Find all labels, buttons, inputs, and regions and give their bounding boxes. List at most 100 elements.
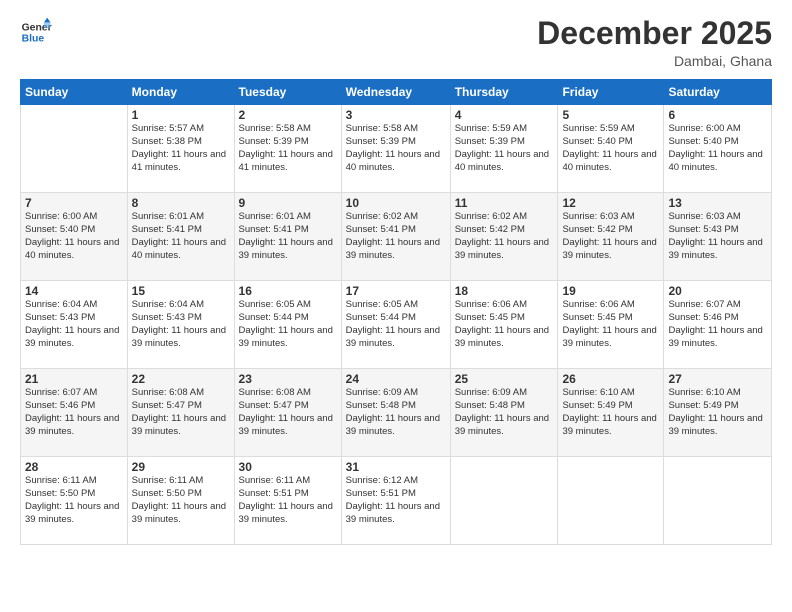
day-info: Sunrise: 6:04 AM Sunset: 5:43 PM Dayligh… [25, 299, 123, 350]
day-info: Sunrise: 5:58 AM Sunset: 5:39 PM Dayligh… [239, 123, 337, 174]
calendar-cell [558, 457, 664, 545]
calendar-cell [450, 457, 558, 545]
calendar-cell: 20Sunrise: 6:07 AM Sunset: 5:46 PM Dayli… [664, 281, 772, 369]
day-number: 1 [132, 108, 230, 122]
calendar-cell: 24Sunrise: 6:09 AM Sunset: 5:48 PM Dayli… [341, 369, 450, 457]
day-info: Sunrise: 6:02 AM Sunset: 5:41 PM Dayligh… [346, 211, 446, 262]
calendar-cell: 8Sunrise: 6:01 AM Sunset: 5:41 PM Daylig… [127, 193, 234, 281]
calendar-table: SundayMondayTuesdayWednesdayThursdayFrid… [20, 79, 772, 545]
day-number: 13 [668, 196, 767, 210]
day-info: Sunrise: 6:08 AM Sunset: 5:47 PM Dayligh… [132, 387, 230, 438]
svg-text:Blue: Blue [22, 34, 45, 45]
day-info: Sunrise: 6:06 AM Sunset: 5:45 PM Dayligh… [562, 299, 659, 350]
day-info: Sunrise: 6:03 AM Sunset: 5:43 PM Dayligh… [668, 211, 767, 262]
calendar-cell: 21Sunrise: 6:07 AM Sunset: 5:46 PM Dayli… [21, 369, 128, 457]
day-number: 7 [25, 196, 123, 210]
calendar-cell: 23Sunrise: 6:08 AM Sunset: 5:47 PM Dayli… [234, 369, 341, 457]
day-info: Sunrise: 6:05 AM Sunset: 5:44 PM Dayligh… [239, 299, 337, 350]
day-info: Sunrise: 6:12 AM Sunset: 5:51 PM Dayligh… [346, 475, 446, 526]
day-number: 21 [25, 372, 123, 386]
day-number: 28 [25, 460, 123, 474]
logo-icon: General Blue [20, 16, 52, 48]
day-number: 6 [668, 108, 767, 122]
day-number: 12 [562, 196, 659, 210]
day-number: 11 [455, 196, 554, 210]
calendar-cell: 13Sunrise: 6:03 AM Sunset: 5:43 PM Dayli… [664, 193, 772, 281]
calendar-cell: 17Sunrise: 6:05 AM Sunset: 5:44 PM Dayli… [341, 281, 450, 369]
calendar-week-row: 7Sunrise: 6:00 AM Sunset: 5:40 PM Daylig… [21, 193, 772, 281]
day-number: 31 [346, 460, 446, 474]
logo: General Blue [20, 16, 52, 48]
day-info: Sunrise: 5:59 AM Sunset: 5:39 PM Dayligh… [455, 123, 554, 174]
day-number: 25 [455, 372, 554, 386]
calendar-cell: 12Sunrise: 6:03 AM Sunset: 5:42 PM Dayli… [558, 193, 664, 281]
day-header-saturday: Saturday [664, 80, 772, 105]
calendar-cell: 11Sunrise: 6:02 AM Sunset: 5:42 PM Dayli… [450, 193, 558, 281]
day-header-sunday: Sunday [21, 80, 128, 105]
calendar-week-row: 1Sunrise: 5:57 AM Sunset: 5:38 PM Daylig… [21, 105, 772, 193]
day-number: 29 [132, 460, 230, 474]
calendar-cell: 19Sunrise: 6:06 AM Sunset: 5:45 PM Dayli… [558, 281, 664, 369]
day-number: 3 [346, 108, 446, 122]
day-number: 4 [455, 108, 554, 122]
calendar-cell: 22Sunrise: 6:08 AM Sunset: 5:47 PM Dayli… [127, 369, 234, 457]
calendar-cell: 28Sunrise: 6:11 AM Sunset: 5:50 PM Dayli… [21, 457, 128, 545]
day-number: 19 [562, 284, 659, 298]
calendar-cell: 14Sunrise: 6:04 AM Sunset: 5:43 PM Dayli… [21, 281, 128, 369]
calendar-cell: 30Sunrise: 6:11 AM Sunset: 5:51 PM Dayli… [234, 457, 341, 545]
day-info: Sunrise: 6:04 AM Sunset: 5:43 PM Dayligh… [132, 299, 230, 350]
day-info: Sunrise: 6:00 AM Sunset: 5:40 PM Dayligh… [668, 123, 767, 174]
calendar-week-row: 14Sunrise: 6:04 AM Sunset: 5:43 PM Dayli… [21, 281, 772, 369]
day-number: 30 [239, 460, 337, 474]
day-info: Sunrise: 6:10 AM Sunset: 5:49 PM Dayligh… [562, 387, 659, 438]
day-number: 10 [346, 196, 446, 210]
header: General Blue December 2025 Dambai, Ghana [20, 16, 772, 69]
calendar-cell: 7Sunrise: 6:00 AM Sunset: 5:40 PM Daylig… [21, 193, 128, 281]
day-info: Sunrise: 6:10 AM Sunset: 5:49 PM Dayligh… [668, 387, 767, 438]
day-number: 18 [455, 284, 554, 298]
day-header-tuesday: Tuesday [234, 80, 341, 105]
day-info: Sunrise: 6:11 AM Sunset: 5:50 PM Dayligh… [25, 475, 123, 526]
calendar-cell: 31Sunrise: 6:12 AM Sunset: 5:51 PM Dayli… [341, 457, 450, 545]
day-number: 17 [346, 284, 446, 298]
location-subtitle: Dambai, Ghana [537, 53, 772, 69]
day-header-wednesday: Wednesday [341, 80, 450, 105]
day-info: Sunrise: 6:07 AM Sunset: 5:46 PM Dayligh… [25, 387, 123, 438]
day-header-friday: Friday [558, 80, 664, 105]
calendar-cell: 6Sunrise: 6:00 AM Sunset: 5:40 PM Daylig… [664, 105, 772, 193]
day-info: Sunrise: 5:57 AM Sunset: 5:38 PM Dayligh… [132, 123, 230, 174]
calendar-cell [664, 457, 772, 545]
month-title: December 2025 [537, 16, 772, 51]
day-info: Sunrise: 6:06 AM Sunset: 5:45 PM Dayligh… [455, 299, 554, 350]
day-info: Sunrise: 6:01 AM Sunset: 5:41 PM Dayligh… [132, 211, 230, 262]
calendar-cell: 18Sunrise: 6:06 AM Sunset: 5:45 PM Dayli… [450, 281, 558, 369]
calendar-cell: 4Sunrise: 5:59 AM Sunset: 5:39 PM Daylig… [450, 105, 558, 193]
day-info: Sunrise: 6:02 AM Sunset: 5:42 PM Dayligh… [455, 211, 554, 262]
day-number: 9 [239, 196, 337, 210]
title-block: December 2025 Dambai, Ghana [537, 16, 772, 69]
day-info: Sunrise: 5:59 AM Sunset: 5:40 PM Dayligh… [562, 123, 659, 174]
calendar-cell: 25Sunrise: 6:09 AM Sunset: 5:48 PM Dayli… [450, 369, 558, 457]
calendar-cell: 16Sunrise: 6:05 AM Sunset: 5:44 PM Dayli… [234, 281, 341, 369]
calendar-cell: 29Sunrise: 6:11 AM Sunset: 5:50 PM Dayli… [127, 457, 234, 545]
day-number: 5 [562, 108, 659, 122]
day-info: Sunrise: 6:11 AM Sunset: 5:51 PM Dayligh… [239, 475, 337, 526]
calendar-cell: 9Sunrise: 6:01 AM Sunset: 5:41 PM Daylig… [234, 193, 341, 281]
calendar-cell: 15Sunrise: 6:04 AM Sunset: 5:43 PM Dayli… [127, 281, 234, 369]
day-number: 22 [132, 372, 230, 386]
calendar-cell [21, 105, 128, 193]
day-number: 27 [668, 372, 767, 386]
day-number: 15 [132, 284, 230, 298]
day-number: 16 [239, 284, 337, 298]
day-info: Sunrise: 6:09 AM Sunset: 5:48 PM Dayligh… [455, 387, 554, 438]
page: General Blue December 2025 Dambai, Ghana… [0, 0, 792, 612]
calendar-cell: 3Sunrise: 5:58 AM Sunset: 5:39 PM Daylig… [341, 105, 450, 193]
calendar-cell: 2Sunrise: 5:58 AM Sunset: 5:39 PM Daylig… [234, 105, 341, 193]
day-info: Sunrise: 6:01 AM Sunset: 5:41 PM Dayligh… [239, 211, 337, 262]
day-info: Sunrise: 6:03 AM Sunset: 5:42 PM Dayligh… [562, 211, 659, 262]
day-number: 14 [25, 284, 123, 298]
day-number: 24 [346, 372, 446, 386]
day-number: 23 [239, 372, 337, 386]
day-info: Sunrise: 6:08 AM Sunset: 5:47 PM Dayligh… [239, 387, 337, 438]
calendar-cell: 26Sunrise: 6:10 AM Sunset: 5:49 PM Dayli… [558, 369, 664, 457]
